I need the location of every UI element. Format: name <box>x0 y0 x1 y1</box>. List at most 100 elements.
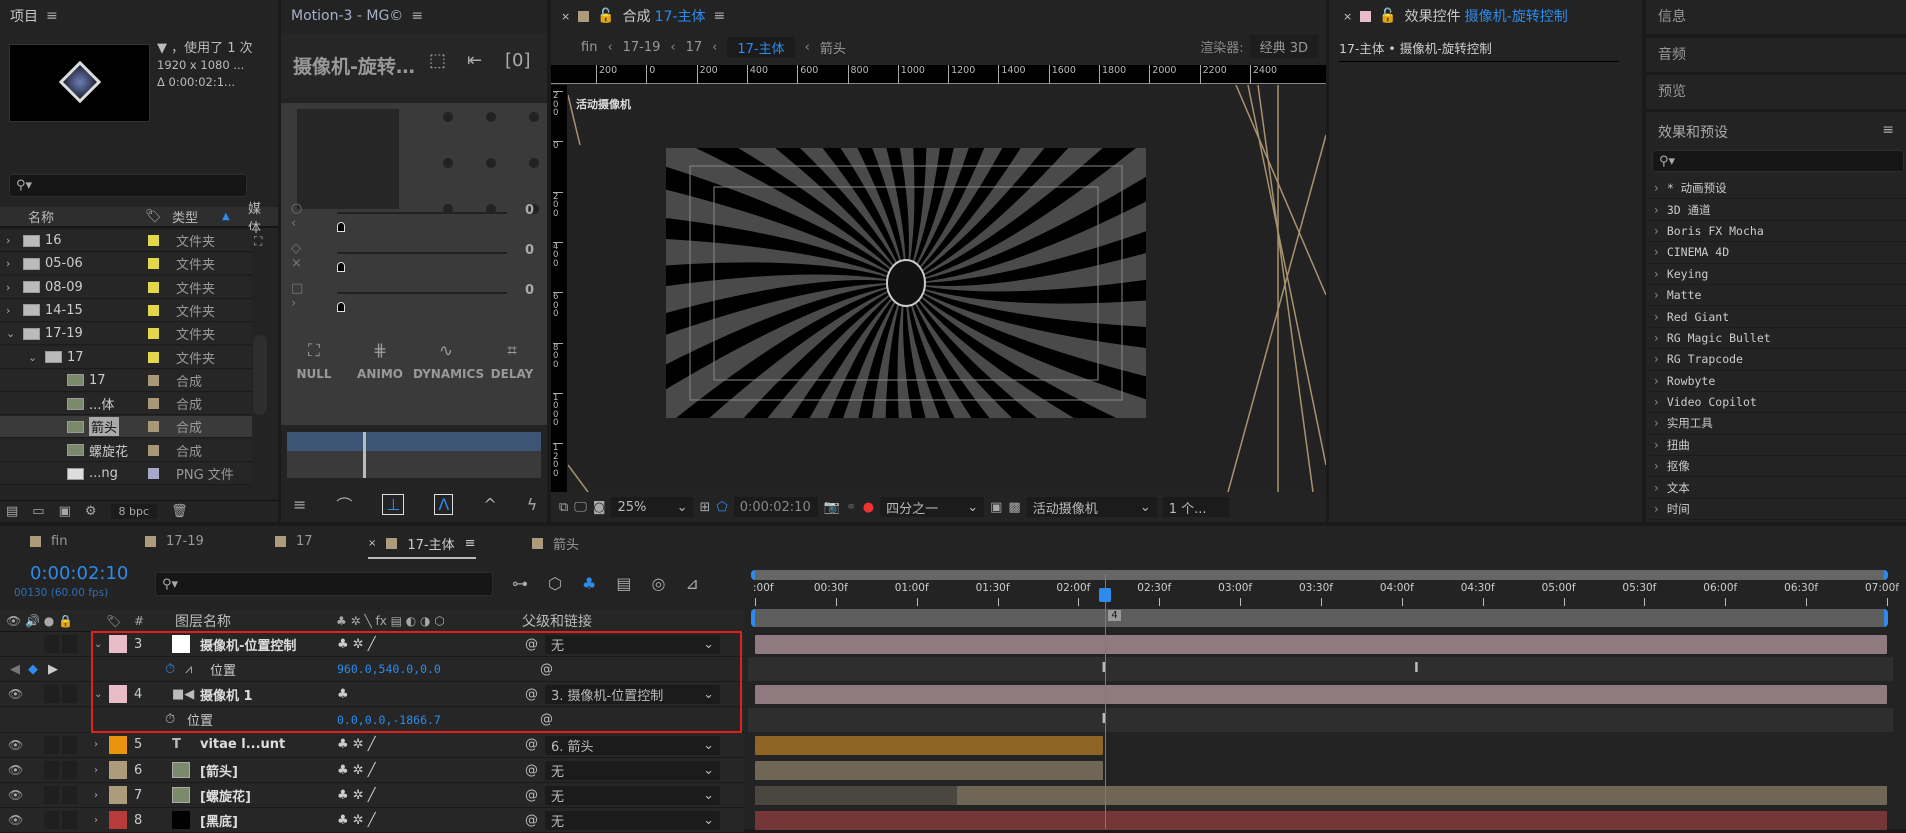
interpret-footage-icon[interactable]: ▤ <box>6 504 18 519</box>
breadcrumb-item[interactable]: fin <box>581 40 597 55</box>
anchor-point[interactable] <box>529 158 539 168</box>
scrollbar[interactable] <box>253 335 267 415</box>
views-count-dropdown[interactable]: 1 个... <box>1162 497 1229 517</box>
panel-menu-icon[interactable]: ≡ <box>46 8 58 24</box>
breadcrumb-item[interactable]: 箭头 <box>820 38 846 57</box>
viewer-tab[interactable]: × 🔓 合成 17-主体 ≡ <box>551 0 1326 32</box>
up-icon[interactable]: ^ <box>483 495 496 514</box>
layer-bar[interactable] <box>755 635 1887 654</box>
label-color[interactable] <box>109 735 127 754</box>
close-icon[interactable]: × <box>368 538 376 549</box>
expand-toggle[interactable]: › <box>6 257 10 270</box>
project-item[interactable]: 箭头 合成 <box>0 416 252 439</box>
panel-section-0[interactable]: 信息 <box>1646 0 1906 34</box>
column-parent[interactable]: 父级和链接 <box>522 611 592 631</box>
select-icon[interactable]: ⬚ <box>429 50 446 71</box>
ease-icon[interactable]: ⌒ <box>336 492 352 516</box>
layer-name[interactable]: [箭头] <box>200 761 238 780</box>
layer-name[interactable]: [螺旋花] <box>200 786 251 805</box>
project-item[interactable]: › 05-06 文件夹 <box>0 253 252 276</box>
new-folder-icon[interactable]: ▭ <box>32 504 44 519</box>
chevron-right-icon[interactable]: › <box>94 790 98 801</box>
mask-path-icon[interactable]: ⬠ <box>716 500 727 515</box>
label-color[interactable] <box>148 468 159 479</box>
shy-layers-icon[interactable]: ♣ <box>582 574 596 593</box>
layer-switches[interactable]: ♣ ✲ ╱ <box>337 813 376 828</box>
flash-icon[interactable]: ϟ <box>527 495 538 514</box>
lock-toggle[interactable] <box>62 761 77 779</box>
label-color[interactable] <box>148 328 159 340</box>
label-color[interactable] <box>109 761 127 779</box>
zoom-dropdown[interactable]: 25% ⌄ <box>611 497 694 517</box>
prev-keyframe-icon[interactable]: ◀ <box>10 662 20 677</box>
canvas[interactable]: 活动摄像机 <box>568 85 1326 492</box>
timeline-tab[interactable]: 17-19 <box>145 534 204 549</box>
lock-icon[interactable]: 🔓 <box>1379 8 1396 24</box>
label-color[interactable] <box>148 258 159 270</box>
project-item[interactable]: ⌄ 17-19 文件夹 <box>0 323 252 346</box>
preview-icon[interactable]: ⧉ <box>559 500 568 515</box>
motion-slider-handle[interactable] <box>337 262 345 272</box>
close-icon[interactable]: × <box>561 10 570 23</box>
render-icon[interactable]: ⚙ <box>85 504 97 519</box>
breadcrumb-item[interactable]: 17 <box>686 40 703 55</box>
lock-toggle[interactable] <box>62 635 77 653</box>
effects-category[interactable]: › RG Magic Bullet <box>1646 328 1906 350</box>
mode-peak-icon[interactable]: Λ <box>434 493 454 515</box>
solo-toggle[interactable] <box>44 735 59 754</box>
motion-tool-dynamics[interactable]: ∿ DYNAMICS <box>413 341 484 381</box>
monitor-icon[interactable]: 🖵 <box>574 500 587 515</box>
panel-section-2[interactable]: 预览 <box>1646 75 1906 109</box>
delete-icon[interactable]: 🗑 <box>171 504 188 519</box>
expand-toggle[interactable]: › <box>6 281 10 294</box>
lock-toggle[interactable] <box>62 811 77 830</box>
parent-dropdown[interactable]: 6. 箭头 ⌄ <box>545 735 720 755</box>
zero-icon[interactable]: [0] <box>505 50 531 71</box>
chevron-right-icon[interactable]: › <box>94 739 98 750</box>
label-color[interactable] <box>148 444 159 456</box>
snapshot-icon[interactable]: 📷 <box>824 500 840 515</box>
label-color[interactable] <box>148 421 159 433</box>
project-item[interactable]: ⌄ 17 文件夹 <box>0 346 252 369</box>
chevron-right-icon[interactable]: › <box>94 815 98 826</box>
menu-icon[interactable]: ≡ <box>293 495 306 514</box>
anchor-point[interactable] <box>486 112 496 122</box>
label-color[interactable] <box>148 374 159 386</box>
effects-category[interactable]: › * 动画预设 <box>1646 178 1906 200</box>
timeline-tab[interactable]: × 17-主体 ≡ <box>368 534 476 559</box>
eye-icon[interactable]: 👁 <box>8 738 23 752</box>
label-color[interactable] <box>148 398 159 410</box>
lock-toggle[interactable] <box>62 685 77 704</box>
eye-icon[interactable]: 👁 <box>8 788 23 802</box>
motion-timeline-slider[interactable] <box>287 432 541 478</box>
motion-slider-track[interactable] <box>337 252 507 254</box>
layer-name[interactable]: vitae l...unt <box>200 737 285 752</box>
resolution-dropdown[interactable]: 四分之一 ⌄ <box>880 497 985 517</box>
parent-dropdown[interactable]: 无 ⌄ <box>545 811 720 831</box>
effects-category[interactable]: › Red Giant <box>1646 306 1906 328</box>
column-type[interactable]: 类型 <box>172 207 198 226</box>
effects-search-input[interactable]: ⚲▾ <box>1652 150 1904 172</box>
expand-toggle[interactable]: ⌄ <box>6 327 15 340</box>
comp-marker[interactable]: 4 <box>1108 610 1121 621</box>
effects-category[interactable]: › 抠像 <box>1646 456 1906 478</box>
channel-icon[interactable]: ● <box>863 500 874 515</box>
effects-category[interactable]: › 扭曲 <box>1646 435 1906 457</box>
label-color[interactable] <box>148 351 159 363</box>
work-area-bar[interactable] <box>751 609 1888 627</box>
project-item[interactable]: › 08-09 文件夹 <box>0 276 252 299</box>
label-color[interactable] <box>148 304 159 316</box>
solo-toggle[interactable] <box>44 761 59 779</box>
timeline-tab[interactable]: fin <box>30 534 67 549</box>
effects-category[interactable]: › 3D 通道 <box>1646 199 1906 221</box>
label-column-icon[interactable]: 🏷 <box>145 209 162 224</box>
layer-row[interactable]: 👁 › 5 Tvitae l...unt ♣ ✲ ╱ @6. 箭头 ⌄ <box>0 732 744 758</box>
eye-icon[interactable]: 👁 <box>8 687 23 701</box>
transparency-grid-icon[interactable]: ▩ <box>1008 500 1020 515</box>
timeline-tab[interactable]: 箭头 <box>532 534 579 553</box>
slider-option-icon[interactable]: ○ ‹ <box>291 201 302 231</box>
pick-whip-icon[interactable]: @ <box>525 737 538 752</box>
motion-slider-handle[interactable] <box>337 222 345 232</box>
anchor-point[interactable] <box>486 158 496 168</box>
layer-row[interactable]: 👁 › 7 [螺旋花] ♣ ✲ ╱ @ 无 ⌄ <box>0 783 744 809</box>
